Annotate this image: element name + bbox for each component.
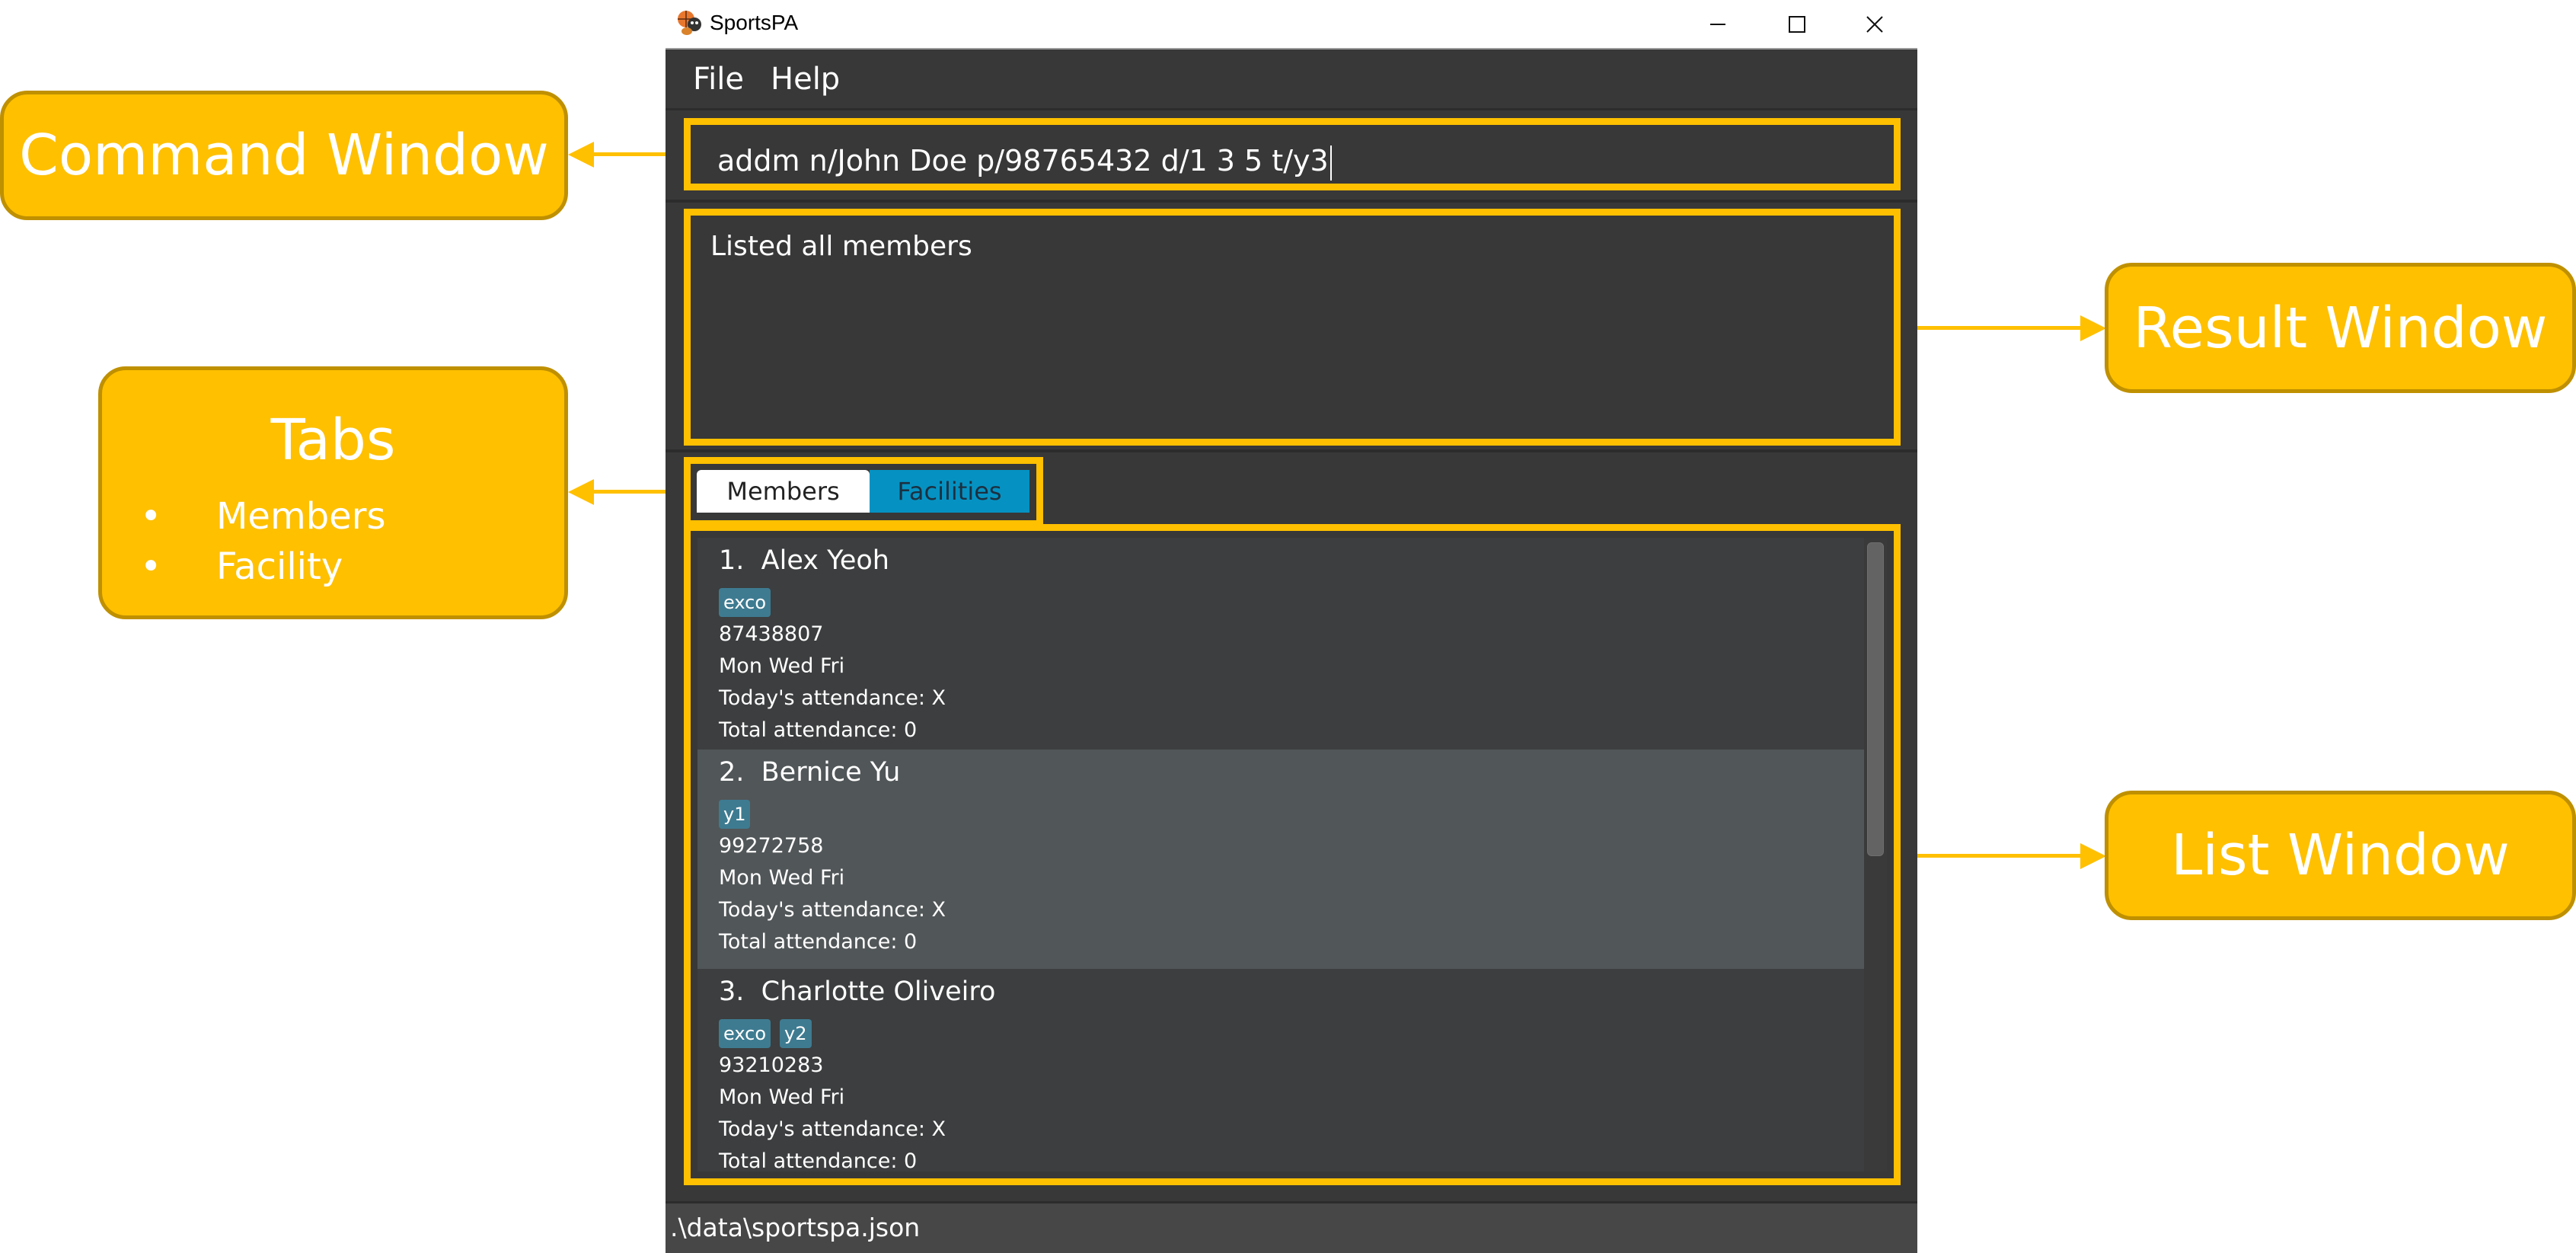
close-icon — [1866, 15, 1883, 33]
result-window-callout: Result Window — [2105, 263, 2576, 393]
tabs-callout-item-label: Facility — [216, 545, 343, 588]
member-total-attendance: Total attendance: 0 — [719, 930, 918, 954]
app-logo-icon — [678, 11, 701, 35]
result-window-callout-label: Result Window — [2133, 295, 2548, 361]
tabs-callout-title: Tabs — [270, 408, 396, 473]
scrollbar[interactable] — [1864, 538, 1887, 1171]
member-phone: 93210283 — [719, 1053, 824, 1077]
command-text: addm n/John Doe p/98765432 d/1 3 5 t/y3 — [717, 144, 1329, 177]
member-name: 1. Alex Yeoh — [719, 545, 889, 576]
list-window-callout-label: List Window — [2171, 823, 2510, 888]
member-today-attendance: Today's attendance: X — [719, 686, 946, 710]
member-card[interactable]: 2. Bernice Yu y1 99272758 Mon Wed Fri To… — [697, 750, 1884, 969]
member-list-highlight: 1. Alex Yeoh exco 87438807 Mon Wed Fri T… — [684, 524, 1901, 1185]
result-window-arrow-head — [2080, 315, 2106, 341]
member-name: 3. Charlotte Oliveiro — [719, 977, 996, 1007]
tab-members[interactable]: Members — [697, 470, 870, 513]
data-file-path: .\data\sportspa.json — [670, 1213, 921, 1242]
bullet-icon: • — [140, 545, 162, 588]
title-bar: SportsPA — [666, 0, 1917, 50]
tabs-arrow-head — [568, 479, 594, 505]
member-tags: exco — [719, 588, 771, 617]
member-tags: exco y2 — [719, 1019, 812, 1048]
app-window: SportsPA File Help addm n/John Doe p/987… — [666, 0, 1917, 1253]
menu-file[interactable]: File — [693, 62, 744, 97]
divider — [666, 449, 1917, 452]
tag-badge: y1 — [719, 800, 751, 829]
tab-facilities-label: Facilities — [897, 477, 1002, 506]
tag-badge: y2 — [780, 1019, 812, 1048]
close-button[interactable] — [1837, 0, 1913, 48]
member-total-attendance: Total attendance: 0 — [719, 718, 918, 742]
result-window-arrow-line — [1901, 326, 2083, 330]
tabs-callout-item: • Facility — [102, 542, 564, 592]
member-today-attendance: Today's attendance: X — [719, 898, 946, 922]
command-input[interactable]: addm n/John Doe p/98765432 d/1 3 5 t/y3 — [697, 132, 1887, 181]
member-today-attendance: Today's attendance: X — [719, 1117, 946, 1141]
command-input-value[interactable]: addm n/John Doe p/98765432 d/1 3 5 t/y3 — [717, 144, 1332, 181]
divider — [666, 200, 1917, 203]
member-days: Mon Wed Fri — [719, 866, 845, 890]
tabs-highlight: Members Facilities — [684, 457, 1043, 527]
minimize-icon — [1710, 23, 1725, 25]
command-window-arrow-head — [568, 142, 594, 168]
member-card[interactable]: 3. Charlotte Oliveiro exco y2 93210283 M… — [697, 969, 1884, 1171]
text-caret — [1329, 145, 1332, 181]
bullet-icon: • — [140, 495, 162, 538]
command-window-callout-label: Command Window — [19, 123, 549, 188]
member-tags: y1 — [719, 800, 751, 829]
tab-members-label: Members — [726, 477, 840, 506]
window-title: SportsPA — [710, 11, 799, 34]
tabs-callout-item: • Members — [102, 491, 564, 542]
tabs-callout-item-label: Members — [216, 495, 386, 538]
maximize-button[interactable] — [1759, 0, 1835, 48]
member-phone: 87438807 — [719, 622, 824, 646]
member-name: 2. Bernice Yu — [719, 757, 901, 788]
member-total-attendance: Total attendance: 0 — [719, 1149, 918, 1171]
minimize-button[interactable] — [1680, 0, 1756, 48]
member-list: 1. Alex Yeoh exco 87438807 Mon Wed Fri T… — [697, 538, 1887, 1171]
list-window-callout: List Window — [2105, 791, 2576, 920]
status-bar: .\data\sportspa.json — [666, 1201, 1917, 1253]
member-days: Mon Wed Fri — [719, 654, 845, 678]
command-window-callout: Command Window — [0, 91, 568, 220]
tag-badge: exco — [719, 1019, 771, 1048]
list-window-arrow-line — [1901, 854, 2083, 858]
menu-bar: File Help — [666, 50, 1917, 110]
tab-facilities[interactable]: Facilities — [870, 470, 1029, 513]
tabs-callout: Tabs • Members • Facility — [98, 366, 568, 619]
member-phone: 99272758 — [719, 834, 824, 858]
maximize-icon — [1789, 15, 1805, 33]
scrollbar-thumb[interactable] — [1867, 542, 1884, 856]
tag-badge: exco — [719, 588, 771, 617]
list-window-arrow-head — [2080, 843, 2106, 869]
result-display: Listed all members — [684, 209, 1901, 446]
result-text: Listed all members — [710, 231, 972, 262]
member-card[interactable]: 1. Alex Yeoh exco 87438807 Mon Wed Fri T… — [697, 538, 1884, 750]
command-box-highlight: addm n/John Doe p/98765432 d/1 3 5 t/y3 — [684, 118, 1901, 190]
menu-help[interactable]: Help — [771, 62, 840, 97]
member-days: Mon Wed Fri — [719, 1085, 845, 1109]
